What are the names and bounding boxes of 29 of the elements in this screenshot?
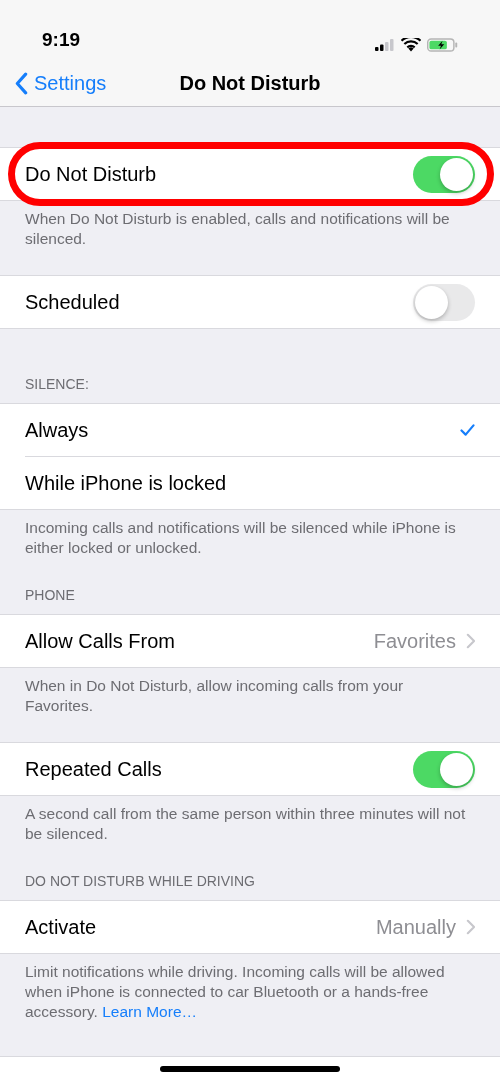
row-label: While iPhone is locked [25, 471, 227, 496]
section-footer: Limit notifications while driving. Incoming calls will be allowed when iPhone is connected to car Bluetooth or a hands-free accessory. Learn More… [25, 962, 466, 1022]
row-label: Do Not Disturb [25, 162, 157, 187]
row-label: Always [25, 418, 89, 443]
chevron-icon [466, 633, 475, 649]
row-label: Scheduled [25, 290, 120, 315]
back-chevron-icon [15, 71, 28, 95]
toggle-switch[interactable] [413, 283, 475, 321]
section-header: PHONE [25, 586, 75, 605]
section-footer: Incoming calls and notifications will be silenced while iPhone is either locked or unlocked. [25, 518, 466, 558]
chevron-icon [466, 919, 475, 935]
section-header: SILENCE: [25, 375, 89, 394]
row-value: Manually [375, 915, 456, 940]
wifi-icon [401, 38, 421, 52]
battery-icon [427, 38, 458, 52]
row-value: Favorites [373, 629, 456, 654]
section-footer: A second call from the same person within three minutes will not be silenced. [25, 804, 466, 844]
section-footer: When in Do Not Disturb, allow incoming calls from your Favorites. [25, 676, 466, 716]
section-header: DO NOT DISTURB WHILE DRIVING [25, 872, 255, 891]
toggle-switch[interactable] [413, 155, 475, 193]
row-label: Allow Calls From [25, 629, 176, 654]
section-footer: When Do Not Disturb is enabled, calls and notifications will be silenced. [25, 209, 466, 249]
toggle-switch[interactable] [413, 750, 475, 788]
status-time: 9:19 [42, 27, 81, 52]
back-button[interactable]: Settings [0, 68, 107, 98]
signal-icon [375, 39, 395, 51]
row-label: Repeated Calls [25, 757, 162, 782]
row-label: Activate [25, 915, 97, 940]
page-title: Do Not Disturb [179, 71, 321, 96]
